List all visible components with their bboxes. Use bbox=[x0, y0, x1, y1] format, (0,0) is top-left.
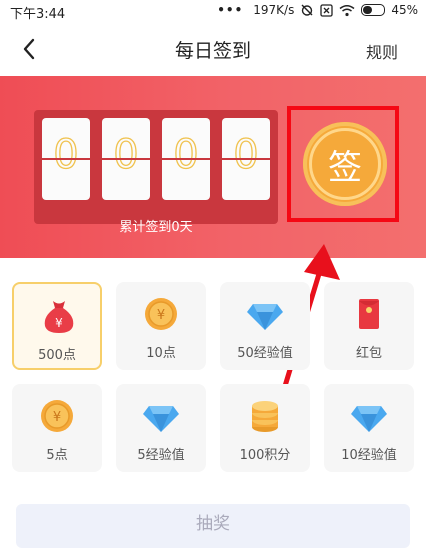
prize-label: 50经验值 bbox=[237, 346, 293, 361]
digit: 0 bbox=[233, 131, 260, 178]
red-envelope-icon bbox=[359, 299, 379, 329]
status-time: 下午3:44 bbox=[10, 7, 66, 22]
prize-label: 红包 bbox=[355, 346, 382, 361]
battery-percent: 45% bbox=[391, 3, 418, 17]
prize-cell-100-credits[interactable]: 100积分 bbox=[220, 384, 310, 472]
prize-cell-red-envelope[interactable]: 红包 bbox=[324, 282, 414, 370]
prize-label: 500点 bbox=[38, 348, 76, 363]
prize-cell-5-points[interactable]: ¥ 5点 bbox=[12, 384, 102, 472]
prize-label: 5点 bbox=[46, 448, 68, 463]
notification-dots: ••• bbox=[217, 3, 244, 17]
title-bar: 每日签到 规则 bbox=[0, 22, 426, 76]
battery-icon bbox=[361, 4, 386, 16]
digit: 0 bbox=[113, 131, 140, 178]
prize-label: 10点 bbox=[146, 346, 176, 361]
coin-icon: ¥ bbox=[145, 298, 177, 330]
total-days-caption: 累计签到0天 bbox=[119, 220, 193, 235]
diamond-icon bbox=[143, 406, 179, 432]
digit: 0 bbox=[173, 131, 200, 178]
rules-link[interactable]: 规则 bbox=[366, 39, 398, 63]
money-bag-icon: ¥ bbox=[44, 301, 74, 333]
diamond-icon bbox=[351, 406, 387, 432]
checkin-banner: 0 0 0 0 累计签到0天 签 bbox=[0, 76, 426, 258]
prize-label: 5经验值 bbox=[137, 448, 185, 463]
prize-label: 100积分 bbox=[239, 448, 291, 463]
status-right: ••• 197K/s 45% bbox=[217, 3, 418, 17]
lottery-draw-button[interactable]: 抽奖 bbox=[16, 504, 410, 548]
status-bar: 下午3:44 ••• 197K/s 45% bbox=[0, 0, 426, 22]
prize-label: 10经验值 bbox=[341, 448, 397, 463]
prize-cell-10-exp[interactable]: 10经验值 bbox=[324, 384, 414, 472]
prize-cell-500-points[interactable]: ¥ 500点 bbox=[12, 282, 102, 370]
highlight-box: 签 bbox=[287, 106, 399, 222]
digit: 0 bbox=[53, 131, 80, 178]
svg-text:¥: ¥ bbox=[53, 410, 61, 425]
sign-in-button[interactable]: 签 bbox=[303, 122, 387, 206]
sign-in-label: 签 bbox=[328, 148, 362, 188]
prize-grid: ¥ 500点 ¥ 10点 50经验值 红包 ¥ 5点 5经验值 100积分 10… bbox=[12, 282, 416, 472]
flip-divider-line bbox=[40, 158, 272, 160]
prize-cell-50-exp[interactable]: 50经验值 bbox=[220, 282, 310, 370]
prize-cell-10-points[interactable]: ¥ 10点 bbox=[116, 282, 206, 370]
alarm-off-icon bbox=[301, 4, 313, 16]
wifi-icon bbox=[339, 4, 355, 16]
network-speed: 197K/s bbox=[253, 3, 295, 17]
checkin-counter: 0 0 0 0 bbox=[34, 110, 278, 224]
prize-cell-5-exp[interactable]: 5经验值 bbox=[116, 384, 206, 472]
svg-text:¥: ¥ bbox=[55, 316, 63, 330]
no-sim-icon bbox=[320, 3, 333, 17]
diamond-icon bbox=[247, 304, 283, 330]
coin-stack-icon bbox=[252, 401, 278, 432]
svg-text:¥: ¥ bbox=[157, 308, 165, 323]
page-title: 每日签到 bbox=[174, 40, 251, 62]
coin-icon: ¥ bbox=[41, 400, 73, 432]
